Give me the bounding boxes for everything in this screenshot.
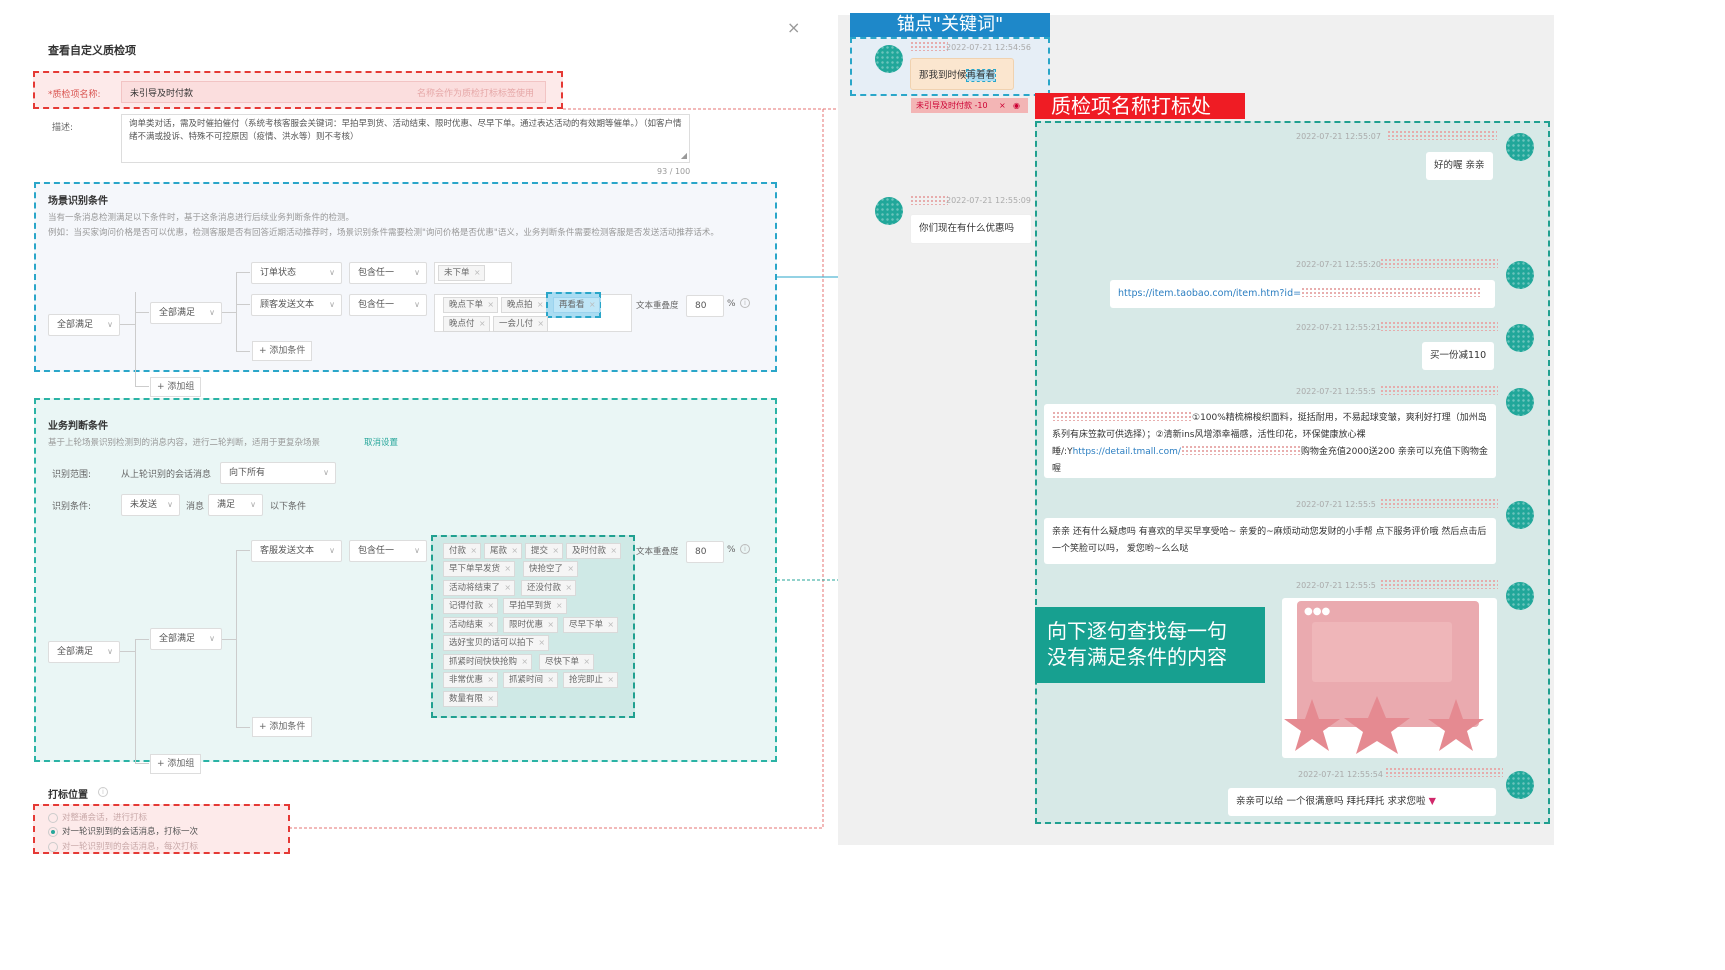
message-time: 2022-07-21 12:55:54 bbox=[1298, 770, 1383, 779]
avatar bbox=[1506, 324, 1534, 352]
masked-name bbox=[910, 41, 948, 51]
message-link[interactable]: https://item.taobao.com/item.htm?id= bbox=[1118, 288, 1301, 299]
avatar bbox=[875, 197, 903, 225]
close-icon[interactable]: × bbox=[999, 98, 1006, 113]
masked-name bbox=[1387, 130, 1497, 140]
masked-name bbox=[1380, 498, 1498, 508]
message-link[interactable]: https://detail.tmall.com/ bbox=[1073, 447, 1181, 457]
star-icons bbox=[1284, 696, 1484, 754]
message-time: 2022-07-21 12:55:21 bbox=[1296, 323, 1381, 332]
card-inner bbox=[1312, 622, 1452, 682]
message-text: 你们现在有什么优惠吗 bbox=[919, 223, 1015, 234]
avatar bbox=[875, 45, 903, 73]
masked-name bbox=[1380, 321, 1498, 331]
masked-text bbox=[1052, 411, 1192, 421]
message-time: 2022-07-21 12:55:5 bbox=[1296, 500, 1376, 509]
avatar bbox=[1506, 388, 1534, 416]
masked-name bbox=[1380, 579, 1498, 589]
search-note-line1: 向下逐句查找每一句 bbox=[1047, 619, 1227, 643]
message-text: 那我到时候 bbox=[919, 70, 967, 81]
search-note-line2: 没有满足条件的内容 bbox=[1047, 645, 1227, 669]
chat-bubble-right: 亲亲可以给 一个很满意吗 拜托拜托 求求您啦 ▼ bbox=[1228, 788, 1496, 816]
message-text: 亲亲 还有什么疑虑吗 有喜欢的早买早享受哈~ 亲爱的~麻烦动动您发财的小手帮 点… bbox=[1052, 527, 1487, 554]
chat-bubble-right: 买一份减110 bbox=[1422, 342, 1495, 370]
masked-name bbox=[1380, 385, 1498, 395]
message-text: 买一份减110 bbox=[1430, 350, 1487, 361]
masked-name bbox=[1380, 258, 1498, 268]
chat-bubble-left: 那我到时候再看看 bbox=[910, 58, 1014, 90]
chat-bubble-right: ①100%精梳棉梭织面料，挺括耐用，不易起球变皱，爽利好打理（加州岛系列有床笠款… bbox=[1044, 404, 1496, 478]
message-text-highlight: 再看看 bbox=[965, 69, 997, 82]
avatar bbox=[1506, 582, 1534, 610]
eye-icon[interactable]: ◉ bbox=[1013, 98, 1020, 113]
message-time: 2022-07-21 12:54:56 bbox=[946, 43, 1031, 52]
avatar bbox=[1506, 133, 1534, 161]
message-time: 2022-07-21 12:55:09 bbox=[946, 196, 1031, 205]
masked-text bbox=[1180, 445, 1301, 455]
message-time: 2022-07-21 12:55:20 bbox=[1296, 260, 1381, 269]
avatar bbox=[1506, 771, 1534, 799]
message-time: 2022-07-21 12:55:07 bbox=[1296, 132, 1381, 141]
tag-location-annotation: 质检项名称打标处 bbox=[1035, 93, 1245, 119]
masked-name bbox=[910, 195, 948, 205]
message-text: 好的喔 亲亲 bbox=[1434, 160, 1485, 171]
quality-tag-text: 未引导及时付款 -10 bbox=[916, 101, 988, 110]
masked-url bbox=[1301, 287, 1482, 297]
evaluation-card-image: ●●● bbox=[1282, 598, 1497, 758]
chat-bubble-right: 好的喔 亲亲 bbox=[1426, 152, 1493, 180]
anchor-annotation: 锚点"关键词" bbox=[850, 13, 1050, 37]
chat-bubble-right: https://item.taobao.com/item.htm?id= bbox=[1110, 280, 1495, 308]
message-time: 2022-07-21 12:55:5 bbox=[1296, 581, 1376, 590]
chat-bubble-right: 亲亲 还有什么疑虑吗 有喜欢的早买早享受哈~ 亲爱的~麻烦动动您发财的小手帮 点… bbox=[1044, 518, 1496, 564]
message-text: 亲亲可以给 一个很满意吗 拜托拜托 求求您啦 bbox=[1236, 796, 1426, 807]
message-time: 2022-07-21 12:55:5 bbox=[1296, 387, 1376, 396]
card-dots: ●●● bbox=[1304, 606, 1331, 617]
masked-name bbox=[1385, 767, 1503, 777]
quality-tag-badge: 未引导及时付款 -10 × ◉ bbox=[911, 98, 1028, 113]
avatar bbox=[1506, 261, 1534, 289]
chat-bubble-left: 你们现在有什么优惠吗 bbox=[910, 214, 1032, 244]
emoji-icon: ▼ bbox=[1428, 796, 1436, 807]
avatar bbox=[1506, 501, 1534, 529]
search-note-annotation: 向下逐句查找每一句 没有满足条件的内容 bbox=[1035, 607, 1265, 683]
